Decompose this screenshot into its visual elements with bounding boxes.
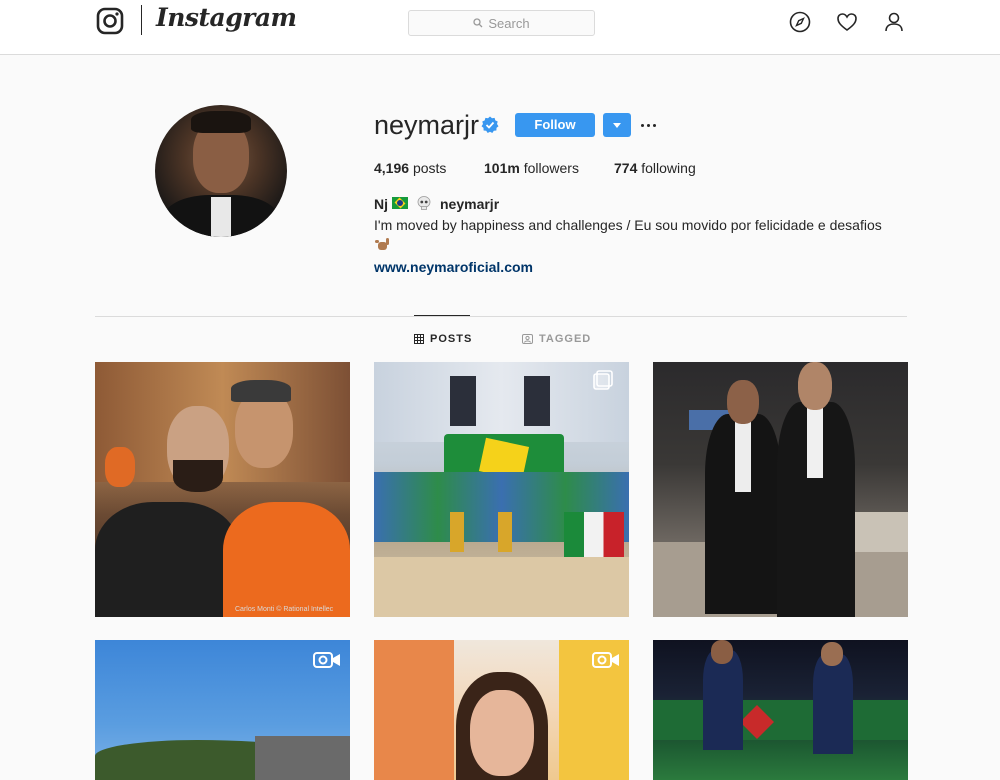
grid-icon [414,334,424,344]
bio-text: I'm moved by happiness and challenges / … [374,217,882,233]
heart-icon[interactable] [836,11,858,33]
active-tab-indicator [414,315,470,316]
tab-posts[interactable]: POSTS [414,333,472,345]
post-thumbnail[interactable] [95,640,350,780]
instagram-wordmark[interactable]: Instagram [156,3,297,32]
post-thumbnail[interactable]: Carlos Monti © Rational Intellec [95,362,350,617]
post-thumbnail[interactable] [374,640,629,780]
search-input[interactable]: Search [408,10,595,36]
search-icon [473,18,483,28]
skull-emoji-icon [417,196,431,210]
post-thumbnail[interactable] [374,362,629,617]
post-thumbnail[interactable] [653,640,908,780]
brand-divider [141,5,142,35]
video-camera-icon [592,652,619,668]
bio-handle: neymarjr [440,196,500,212]
person-icon[interactable] [883,11,905,33]
posts-count: 4,196 [374,160,410,176]
bio-website-link[interactable]: www.neymaroficial.com [374,259,533,275]
followers-label: followers [523,160,579,176]
shaka-hand-emoji-icon [375,238,389,250]
suggestions-dropdown-button[interactable] [603,113,631,137]
tagged-icon [522,334,533,344]
video-camera-icon [313,652,340,668]
stat-posts: 4,196 posts [374,160,446,176]
profile-avatar[interactable] [155,105,287,237]
top-navigation-bar: Instagram Search [0,0,1000,55]
carousel-multiple-icon [593,370,613,390]
follow-button[interactable]: Follow [515,113,595,137]
following-count: 774 [614,160,638,176]
verified-badge-icon [481,116,499,133]
tab-posts-label: POSTS [430,333,473,345]
tabs-divider [95,316,907,317]
following-label: following [641,160,696,176]
brazil-flag-icon [392,197,408,209]
profile-username: neymarjr [374,110,480,140]
photo-credit-overlay: Carlos Monti © Rational Intellec [235,606,334,613]
bio-name: Nj [374,196,388,212]
post-thumbnail[interactable] [653,362,908,617]
tab-tagged-label: TAGGED [539,333,592,345]
instagram-logo-icon[interactable] [96,7,124,35]
posts-label: posts [412,160,447,176]
more-options-icon[interactable] [640,113,658,137]
stat-following[interactable]: 774 following [614,160,696,176]
stat-followers[interactable]: 101m followers [484,160,579,176]
followers-count: 101m [484,160,520,176]
tab-tagged[interactable]: TAGGED [522,333,591,345]
compass-icon[interactable] [789,11,811,33]
search-placeholder: Search [488,15,530,31]
